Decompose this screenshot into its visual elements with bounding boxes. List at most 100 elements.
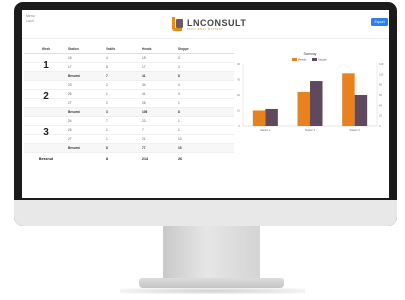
table-cell: 21: [142, 137, 146, 141]
col-vakifs: Vakifs: [106, 47, 116, 51]
monitor-frame: Menu Lauri LNCONSULT EFFICIENCY MATTERS …: [14, 2, 397, 226]
x-tick-label: Station 3: [350, 128, 361, 132]
y-tick-right: 20: [379, 114, 382, 118]
monitor-stand-foot: [139, 278, 284, 288]
subtotal-cell: Besomt: [68, 74, 80, 78]
y-tick-right: 120: [379, 62, 384, 66]
x-tick-label: Station 2: [305, 128, 316, 132]
table-cell: 10: [178, 137, 182, 141]
y-tick-right: 40: [379, 103, 382, 107]
table-cell: 7: [142, 128, 144, 132]
legend-swatch: [292, 58, 297, 61]
grand-total-row: Bessnut 8 214 26: [24, 153, 234, 165]
subtotal-cell: 3: [106, 110, 108, 114]
legend-label: Stoppe: [318, 58, 327, 62]
grand-total-stoppe: 26: [178, 157, 182, 161]
subtotal-cell: 15: [178, 146, 182, 150]
bar: [342, 73, 355, 126]
table-cell: 8: [106, 65, 108, 69]
table-cell: 2: [106, 83, 108, 87]
table-cell: 27: [68, 137, 72, 141]
y-tick-left: 20: [237, 93, 240, 97]
table-cell: 4: [178, 83, 180, 87]
grand-total-heads: 214: [142, 157, 148, 161]
subtotal-row: Besomt 8 77 15: [24, 144, 234, 153]
bar: [265, 108, 278, 126]
table-cell: 26: [68, 128, 72, 132]
legend-swatch: [312, 58, 317, 61]
table-cell: 1: [178, 128, 180, 132]
table-cell: 23: [142, 119, 146, 123]
table-cell: 1: [106, 137, 108, 141]
user-link[interactable]: Lauri: [26, 19, 35, 24]
col-station: Station: [68, 47, 79, 51]
bar-chart: Samvay Heads Stoppe 0 10 20 30 40 0 20 40 60 80 100 12…: [237, 52, 384, 132]
table-cell: 17: [142, 65, 146, 69]
logo-tagline: EFFICIENCY MATTERS: [187, 27, 224, 31]
subtotal-cell: 8: [178, 74, 180, 78]
x-tick-label: Station 1: [260, 128, 271, 132]
subtotal-row: Besomt 3 106 8: [24, 108, 234, 117]
subtotal-row: Besomt 7 41 8: [24, 72, 234, 81]
company-logo: LNCONSULT EFFICIENCY MATTERS: [172, 14, 246, 34]
table-cell: 1: [178, 101, 180, 105]
subtotal-cell: 7: [106, 74, 108, 78]
col-heads: Heads: [142, 47, 152, 51]
subtotal-cell: Besomt: [68, 110, 80, 114]
legend-label: Heads: [298, 58, 307, 62]
logo-mark-icon: [172, 17, 184, 31]
table-cell: 27: [68, 101, 72, 105]
grand-total-label: Bessnut: [38, 157, 54, 161]
top-bar: Menu Lauri LNCONSULT EFFICIENCY MATTERS …: [22, 10, 389, 39]
table-cell: 3: [178, 92, 180, 96]
subtotal-cell: 106: [142, 110, 148, 114]
subtotal-cell: 41: [142, 74, 146, 78]
grand-total-vakifs: 8: [106, 157, 108, 161]
top-left-menu[interactable]: Menu Lauri: [26, 14, 35, 24]
table-cell: 3: [178, 56, 180, 60]
chart-title: Samvay: [304, 52, 317, 56]
table-row: 23 2 34 4: [24, 81, 234, 90]
stats-table: Week Station Vakifs Heads Stoppe 16 4 15 3 1…: [24, 45, 234, 165]
y-tick-right: 80: [379, 83, 382, 87]
table-cell: 1: [106, 92, 108, 96]
week-group: 23 2 34 4 25 1 41 3 27 2 26 1 Besomt 3 106 8 2: [24, 81, 234, 117]
table-cell: 26: [142, 101, 146, 105]
week-group-label: 1: [43, 60, 49, 71]
bar: [252, 110, 266, 126]
y-tick-left: 0: [239, 124, 241, 128]
monitor-stand-neck: [163, 226, 260, 280]
y-tick-right: 0: [379, 124, 381, 128]
subtotal-cell: 8: [178, 110, 180, 114]
table-cell: 16: [68, 56, 72, 60]
screen: Menu Lauri LNCONSULT EFFICIENCY MATTERS …: [22, 10, 389, 198]
table-cell: 1: [106, 128, 108, 132]
export-button[interactable]: Export: [371, 18, 388, 26]
col-stoppe: Stoppe: [178, 47, 189, 51]
monitor-chin: [14, 200, 397, 226]
week-group-label: 3: [43, 127, 49, 138]
bar: [297, 91, 310, 126]
table-cell: 7: [106, 119, 108, 123]
y-tick-right: 100: [379, 72, 384, 76]
y-tick-left: 10: [237, 109, 240, 113]
table-cell: 2: [106, 101, 108, 105]
table-cell: 25: [68, 92, 72, 96]
bar: [354, 95, 368, 126]
table-cell: 34: [142, 83, 146, 87]
table-cell: 24: [68, 119, 72, 123]
table-cell: 3: [178, 65, 180, 69]
y-tick-left: 40: [237, 62, 240, 66]
bar: [310, 81, 323, 126]
col-week: Week: [41, 47, 51, 51]
table-cell: 1: [178, 119, 180, 123]
table-cell: 4: [106, 56, 108, 60]
subtotal-cell: 8: [106, 146, 108, 150]
y-tick-left: 30: [237, 78, 240, 82]
table-header: Week Station Vakifs Heads Stoppe: [24, 45, 234, 54]
subtotal-cell: Besomt: [68, 146, 80, 150]
table-row: 24 7 23 1: [24, 117, 234, 126]
table-cell: 23: [68, 83, 72, 87]
y-tick-right: 60: [379, 93, 382, 97]
table-cell: 15: [142, 56, 146, 60]
